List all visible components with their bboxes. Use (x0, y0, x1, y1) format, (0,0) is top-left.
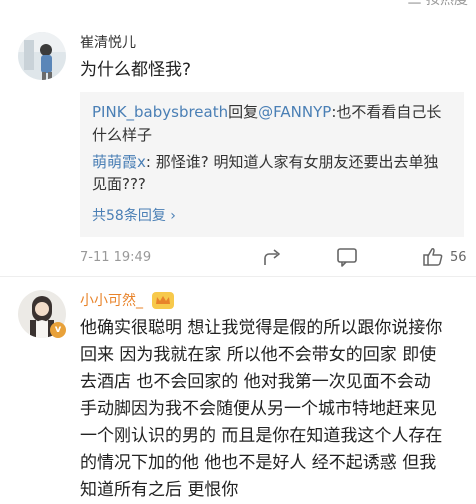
comment-icon[interactable] (336, 246, 358, 272)
verified-badge-icon: v (50, 322, 66, 338)
comment-username[interactable]: 崔清悦儿 (80, 32, 136, 52)
reply-text-continued: 什么样子 (92, 126, 153, 144)
crown-emoji-icon (152, 292, 174, 309)
reply-action-label: 回复 (228, 103, 259, 121)
comment-text-line: 一个刚认识的男的 而且是你在知道我这个人存在 (80, 426, 443, 446)
comment-text: 为什么都怪我? (80, 60, 192, 80)
avatar[interactable] (18, 32, 66, 80)
sort-by-hot-label[interactable]: 二 按热度 (408, 0, 468, 9)
comment-text-line: 知道所有之后 更恨你 (80, 480, 239, 500)
comment-text-line: 他确实很聪明 想让我觉得是假的所以跟你说接你 (80, 318, 443, 338)
comment-text-line: 去酒店 也不会回家的 他对我第一次见面不会动 (80, 372, 431, 392)
reply-username[interactable]: PINK_babysbreath (92, 103, 228, 121)
comment-divider (0, 276, 476, 277)
reply-item: 萌萌霞x: 那怪谁? 明知道人家有女朋友还要出去单独 (92, 152, 438, 173)
like-count: 56 (450, 250, 467, 265)
reply-text-continued: 见面??? (92, 175, 146, 193)
reply-mention[interactable]: @FANNYP (258, 103, 331, 121)
reply-text: 也不看看自己长 (336, 103, 442, 121)
reply-text: 那怪谁? 明知道人家有女朋友还要出去单独 (150, 153, 439, 171)
reply-item: PINK_babysbreath回复@FANNYP:也不看看自己长 (92, 102, 441, 123)
comment-timestamp: 7-11 19:49 (80, 250, 152, 265)
like-icon[interactable] (422, 246, 444, 272)
view-all-replies-link[interactable]: 共58条回复 › (92, 205, 176, 225)
comment-username[interactable]: 小小可然_ (80, 290, 143, 310)
avatar-photo-icon (18, 32, 66, 80)
reply-preview-box[interactable]: PINK_babysbreath回复@FANNYP:也不看看自己长 什么样子 萌… (80, 92, 464, 237)
share-icon[interactable] (262, 246, 284, 272)
comment-text-line: 的情况下加的他 他也不是好人 经不起诱惑 但我 (80, 453, 437, 473)
reply-username[interactable]: 萌萌霞x (92, 153, 146, 171)
comment-text-line: 手动脚因为我不会随便从另一个城市特地赶来见 (80, 399, 437, 419)
comment-text-line: 回来 因为我就在家 所以他不会带女的回家 即使 (80, 345, 437, 365)
